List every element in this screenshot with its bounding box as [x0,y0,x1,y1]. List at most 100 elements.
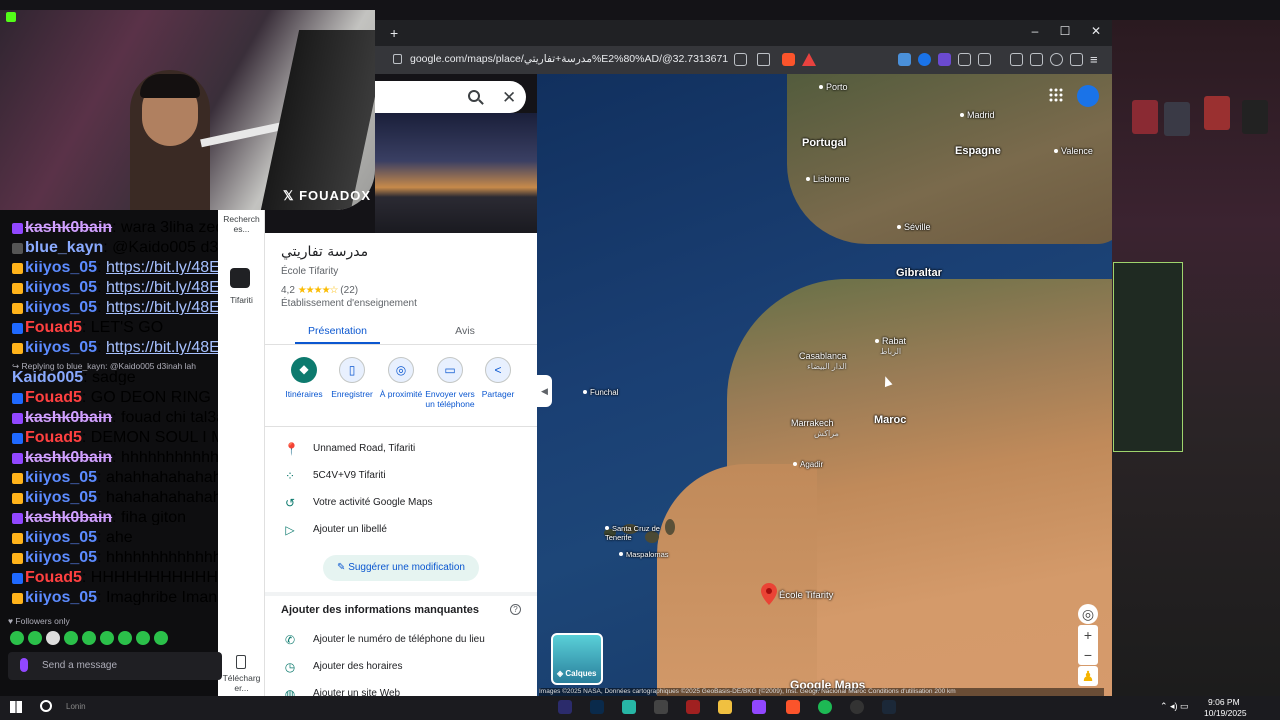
chat-link[interactable]: https://bit.ly/48Efh3x [106,341,218,355]
photoshop-icon[interactable] [590,700,604,714]
share-icon[interactable] [757,53,770,66]
leo-ai-icon[interactable] [1050,53,1063,66]
tab-search-icon[interactable] [978,53,991,66]
suggest-edit-button[interactable]: ✎ Suggérer une modification [323,555,479,581]
emote-bar[interactable] [10,631,172,647]
url-text[interactable]: google.com/maps/place/مدرسة+تفاريتي%E2%8… [410,53,728,65]
country-label[interactable]: Maroc [874,414,906,426]
windows-start-icon[interactable] [10,701,22,713]
minimize-button[interactable]: – [1025,24,1045,38]
steam-icon[interactable] [882,700,896,714]
chat-username[interactable]: Fouad5 [25,391,82,405]
extension-audio-icon[interactable] [898,53,911,66]
system-tray-icons[interactable]: ⌃ ◂) ▭ [1160,701,1189,712]
menu-icon[interactable]: ≡ [1090,52,1098,67]
chat-message[interactable]: kiiyos_05: https://bit.ly/48Efh3x [12,301,218,315]
premiere-icon[interactable] [558,700,572,714]
emote-icon[interactable] [64,631,78,645]
emote-icon[interactable] [118,631,132,645]
city-label[interactable]: Lisbonne [806,174,850,184]
rating-row[interactable]: 4,2 ★★★★☆ (22) [281,285,358,296]
chat-message[interactable]: kiiyos_05: hahahahahahahahahahahahahah [12,491,218,505]
twitch-icon[interactable] [752,700,766,714]
city-label[interactable]: Valence [1054,146,1093,156]
chat-username[interactable]: kashk0bain [25,411,112,425]
emote-icon[interactable] [154,631,168,645]
chat-username[interactable]: kiiyos_05 [25,471,97,485]
chat-message[interactable]: Fouad5: GO DEON RING [12,391,218,405]
review-count[interactable]: (22) [340,285,358,296]
chat-username[interactable]: kiiyos_05 [25,261,97,275]
place-hero-photo[interactable] [375,113,537,233]
chat-message[interactable]: kiiyos_05: hhhhhhhhhhhhhhhhhhhhhhhhhh [12,551,218,565]
extension-purple-icon[interactable] [938,53,951,66]
tab-reviews[interactable]: Avis [425,325,505,337]
chat-username[interactable]: blue_kayn [25,241,103,255]
city-label[interactable]: Maspalomas [619,550,669,559]
place-category[interactable]: Établissement d'enseignement [281,298,417,309]
app-icon[interactable] [622,700,636,714]
chat-link[interactable]: https://bit.ly/48Efh3x [106,301,218,315]
phone-download-icon[interactable] [236,655,246,669]
app-icon[interactable] [686,700,700,714]
chat-message[interactable]: Fouad5: LET'S GO [12,321,218,335]
rail-download-label[interactable]: Télécharg er... [218,673,265,693]
file-explorer-icon[interactable] [718,700,732,714]
chat-username[interactable]: kiiyos_05 [25,551,97,565]
extensions-icon[interactable] [958,53,971,66]
recent-place-icon[interactable] [230,268,250,288]
chat-username[interactable]: kiiyos_05 [25,281,97,295]
emote-icon[interactable] [10,631,24,645]
share-button[interactable]: < Partager [473,357,523,399]
pin-label[interactable]: École Tifarity [779,590,833,601]
install-app-icon[interactable] [734,53,747,66]
map-attribution[interactable]: Images ©2025 NASA, Données cartographiqu… [539,688,1104,696]
account-avatar[interactable] [1077,85,1099,107]
spotify-icon[interactable] [818,700,832,714]
new-tab-button[interactable]: + [390,25,398,41]
app-icon[interactable] [850,700,864,714]
city-label[interactable]: Marrakech [791,418,834,428]
chat-message[interactable]: kashk0bain: wara 3liha zedt + a rayan hh… [12,221,218,235]
nearby-button[interactable]: ◎ À proximité [376,357,426,399]
city-label[interactable]: Madrid [960,110,995,120]
plus-code-row[interactable]: ⁘ 5C4V+V9 Tifariti [265,470,537,490]
chat-username[interactable]: kiiyos_05 [25,301,97,315]
address-row[interactable]: 📍 Unnamed Road, Tifariti [265,443,537,463]
vpn-shield-icon[interactable] [1070,53,1083,66]
chat-message[interactable]: kiiyos_05: ahe [12,531,218,545]
chat-username[interactable]: kashk0bain [25,511,112,525]
tab-overview[interactable]: Présentation [295,325,380,337]
chat-username[interactable]: kiiyos_05 [25,491,97,505]
chat-message[interactable]: Fouad5: HHHHHHHHHHHH [12,571,218,585]
taskbar-search-icon[interactable] [40,700,52,712]
chat-message[interactable]: kiiyos_05: Imaghribe Imanssiye [12,591,218,605]
extension-blue-icon[interactable] [918,53,931,66]
clock-date[interactable]: 10/19/2025 [1204,708,1247,718]
chat-username[interactable]: Fouad5 [25,321,82,335]
emote-icon[interactable] [136,631,150,645]
chat-username[interactable]: kashk0bain [25,221,112,235]
maps-activity-row[interactable]: ↺ Votre activité Google Maps [265,497,537,517]
camera-app-icon[interactable] [654,700,668,714]
add-phone-row[interactable]: ✆ Ajouter le numéro de téléphone du lieu [265,634,537,654]
chat-message[interactable]: kashk0bain: fiha giton [12,511,218,525]
taskbar-search-text[interactable]: Lonin [66,702,86,711]
maximize-button[interactable]: ☐ [1055,24,1075,38]
my-location-button[interactable]: ◎ [1078,604,1098,624]
brave-browser-icon[interactable] [786,700,800,714]
collapse-panel-button[interactable]: ◀ [537,375,552,407]
city-label[interactable]: Rabat [875,336,906,346]
sidebar-icon[interactable] [1010,53,1023,66]
chat-link[interactable]: https://bit.ly/48Efh3x [106,261,218,275]
rail-search-label[interactable]: Recherch es... [218,214,265,234]
rail-history-label[interactable]: Tifariti [218,295,265,305]
city-label[interactable]: Funchal [583,388,618,397]
microphone-icon[interactable] [20,658,28,672]
city-label[interactable]: Porto [819,82,848,92]
chat-message[interactable]: kiiyos_05: https://bit.ly/48Efh3x [12,341,218,355]
send-to-phone-button[interactable]: ▭ Envoyer vers un téléphone [425,357,475,409]
city-label[interactable]: Séville [897,222,931,232]
chat-username[interactable]: Fouad5 [25,571,82,585]
chat-message[interactable]: kiiyos_05: https://bit.ly/48Efh3x [12,261,218,275]
